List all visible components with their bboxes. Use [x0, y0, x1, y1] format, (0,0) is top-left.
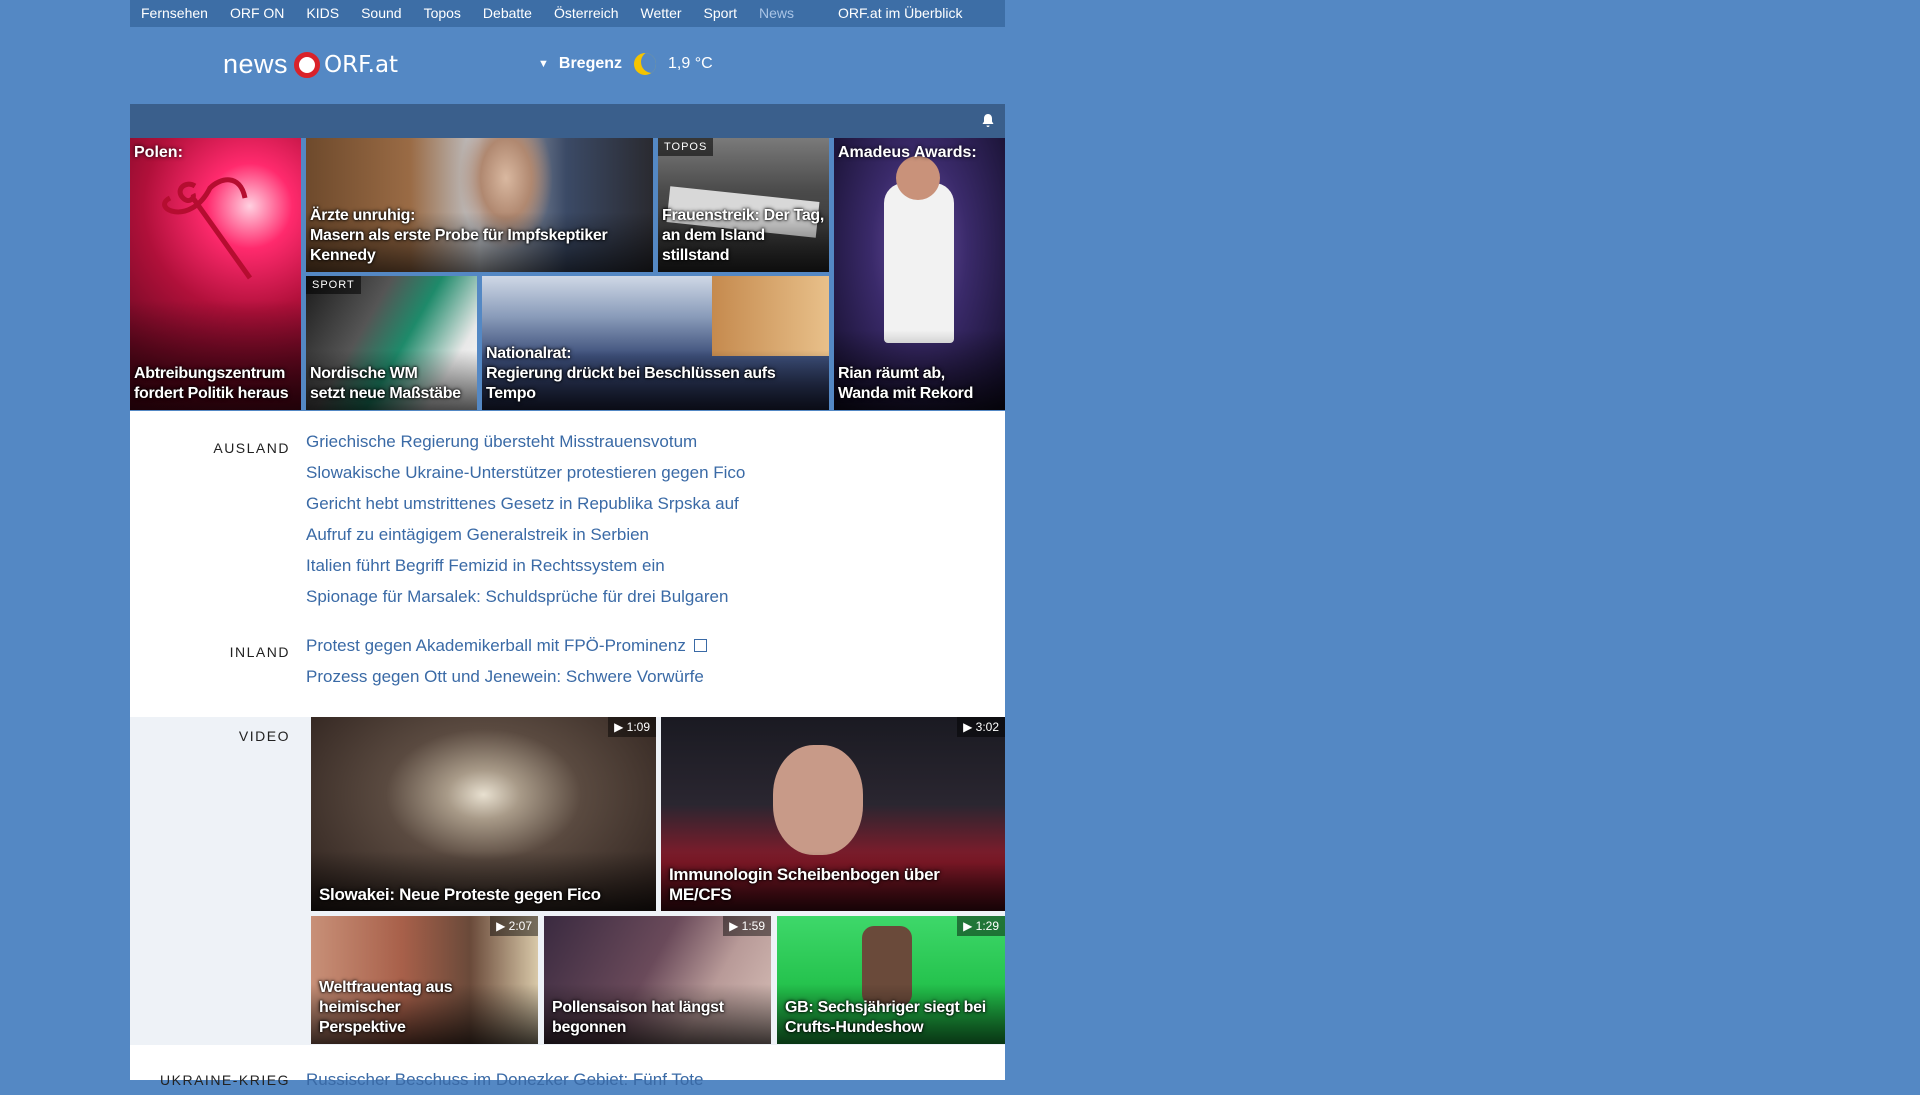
news-list: AUSLAND Griechische Regierung übersteht … [130, 411, 1005, 717]
logo[interactable]: news ORF.at [223, 49, 398, 80]
tile-caption-line1: Rian räumt ab, [838, 365, 945, 382]
video-title-line1: Weltfrauentag aus heimischer [319, 979, 453, 1016]
tile-caption-line1: Ärzte unruhig: [310, 207, 416, 224]
tile-caption: Frauenstreik: Der Tag, an dem Island sti… [662, 206, 825, 266]
video-title: Immunologin Scheibenbogen über ME/CFS [669, 865, 940, 904]
news-link[interactable]: Spionage für Marsalek: Schuldsprüche für… [306, 581, 745, 612]
video-title-line2: Perspektive [319, 1019, 406, 1036]
video-title: Pollensaison hat längst begonnen [552, 998, 767, 1038]
video-duration: ▶ 1:59 [723, 916, 771, 936]
news-link[interactable]: Griechische Regierung übersteht Misstrau… [306, 426, 745, 457]
tile-topic: Amadeus Awards: [838, 144, 977, 161]
tile-caption-line1: Nationalrat: [486, 345, 572, 362]
nav-debatte[interactable]: Debatte [472, 0, 543, 27]
top-nav: Fernsehen ORF ON KIDS Sound Topos Debatt… [130, 0, 1005, 27]
tile-caption-line1: Abtreibungszentrum [134, 365, 286, 382]
story-tile-kennedy[interactable]: Ärzte unruhig: Masern als erste Probe fü… [306, 138, 653, 272]
weather-temperature: 1,9 °C [668, 55, 713, 72]
video-title: Slowakei: Neue Proteste gegen Fico [319, 885, 601, 904]
orf-ring-icon [294, 51, 321, 78]
story-tile-polen[interactable]: Polen: Abtreibungszentrum fordert Politi… [130, 138, 301, 410]
weather-location[interactable]: Bregenz [559, 55, 622, 73]
nav-overview[interactable]: ORF.at im Überblick [827, 0, 973, 27]
nav-fernsehen[interactable]: Fernsehen [130, 0, 219, 27]
hanger-icon [162, 177, 253, 280]
section-label: AUSLAND [213, 440, 290, 456]
notification-bar [130, 104, 1005, 138]
news-link[interactable]: Slowakische Ukraine-Unterstützer protest… [306, 457, 745, 488]
tile-caption: Rian räumt ab, Wanda mit Rekord [838, 364, 1001, 404]
video-duration: ▶ 2:07 [490, 916, 538, 936]
section-label: UKRAINE-KRIEG [160, 1072, 290, 1088]
nav-sport[interactable]: Sport [693, 0, 748, 27]
tile-caption: Nationalrat: Regierung drückt bei Beschl… [486, 344, 825, 404]
moon-icon [634, 53, 657, 75]
video-title-line1: Pollensaison hat längst [552, 999, 724, 1016]
news-link-external[interactable]: Protest gegen Akademikerball mit FPÖ-Pro… [306, 630, 707, 661]
tile-caption-line2: an dem Island stillstand [662, 227, 765, 264]
logo-orf-text: ORF.at [324, 51, 399, 78]
tile-caption: Nordische WM setzt neue Maßstäbe [310, 364, 473, 404]
nav-oesterreich[interactable]: Österreich [543, 0, 630, 27]
nav-orf-on[interactable]: ORF ON [219, 0, 295, 27]
news-link[interactable]: Prozess gegen Ott und Jenewein: Schwere … [306, 661, 707, 692]
video-duration: ▶ 1:09 [608, 717, 656, 737]
tile-caption: Abtreibungszentrum fordert Politik herau… [134, 364, 297, 404]
video-tile[interactable]: ▶ 2:07 Weltfrauentag aus heimischer Pers… [311, 916, 538, 1044]
section-links: Protest gegen Akademikerball mit FPÖ-Pro… [306, 630, 707, 692]
video-title-line2: Crufts-Hundeshow [785, 1019, 924, 1036]
tile-caption-line1: Nordische WM [310, 365, 418, 382]
tile-topic: Polen: [134, 144, 183, 161]
nav-news[interactable]: News [748, 0, 805, 27]
video-tile[interactable]: ▶ 1:09 Slowakei: Neue Proteste gegen Fic… [311, 717, 656, 911]
story-tile-amadeus[interactable]: Amadeus Awards: Rian räumt ab, Wanda mit… [834, 138, 1005, 410]
story-tile-frauenstreik[interactable]: TOPOS Frauenstreik: Der Tag, an dem Isla… [658, 138, 829, 272]
news-link[interactable]: Italien führt Begriff Femizid in Rechtss… [306, 550, 745, 581]
video-tile[interactable]: ▶ 1:29 GB: Sechsjähriger siegt bei Cruft… [777, 916, 1005, 1044]
section-ukraine: UKRAINE-KRIEG Russischer Beschuss im Don… [130, 1045, 1005, 1089]
section-video: VIDEO ▶ 1:09 Slowakei: Neue Proteste geg… [130, 717, 1005, 1045]
video-title-line1: GB: Sechsjähriger siegt bei [785, 999, 986, 1016]
external-link-icon [693, 639, 707, 652]
nav-wetter[interactable]: Wetter [630, 0, 693, 27]
story-tile-nationalrat[interactable]: Nationalrat: Regierung drückt bei Beschl… [482, 276, 829, 410]
section-links: Griechische Regierung übersteht Misstrau… [306, 426, 745, 612]
tile-caption-line2: Masern als erste Probe für Impfskeptiker… [310, 227, 608, 264]
tile-caption-line2: setzt neue Maßstäbe [310, 385, 461, 402]
page: Fernsehen ORF ON KIDS Sound Topos Debatt… [130, 0, 1005, 1089]
news-link-text: Protest gegen Akademikerball mit FPÖ-Pro… [306, 636, 686, 655]
video-tile[interactable]: ▶ 3:02 Immunologin Scheibenbogen über ME… [661, 717, 1005, 911]
nav-topos[interactable]: Topos [413, 0, 472, 27]
site-header: news ORF.at ▼ Bregenz 1,9 °C [130, 27, 1005, 104]
logo-news-text: news [223, 49, 289, 79]
tile-caption-line2: Wanda mit Rekord [838, 385, 974, 402]
section-label: INLAND [229, 644, 290, 660]
nav-kids[interactable]: KIDS [295, 0, 350, 27]
tile-caption-line2: Regierung drückt bei Beschlüssen aufs Te… [486, 365, 776, 402]
tile-tag: TOPOS [658, 138, 714, 156]
bell-icon[interactable] [981, 113, 995, 131]
video-duration: ▶ 3:02 [957, 717, 1005, 737]
video-title-line2: begonnen [552, 1019, 627, 1036]
news-link[interactable]: Aufruf zu eintägigem Generalstreik in Se… [306, 519, 745, 550]
nav-sound[interactable]: Sound [350, 0, 412, 27]
video-title: GB: Sechsjähriger siegt bei Crufts-Hunde… [785, 998, 1001, 1038]
news-link[interactable]: Gericht hebt umstrittenes Gesetz in Repu… [306, 488, 745, 519]
video-duration: ▶ 1:29 [957, 916, 1005, 936]
weather-widget[interactable]: ▼ Bregenz 1,9 °C [538, 53, 713, 75]
section-label: VIDEO [238, 728, 290, 744]
story-tile-nordische-wm[interactable]: SPORT Nordische WM setzt neue Maßstäbe [306, 276, 477, 410]
tile-tag: SPORT [306, 276, 361, 294]
dropdown-triangle-icon[interactable]: ▼ [538, 58, 549, 70]
tile-caption: Ärzte unruhig: Masern als erste Probe fü… [310, 206, 649, 266]
tile-caption-line1: Frauenstreik: Der Tag, [662, 207, 825, 224]
video-tile[interactable]: ▶ 1:59 Pollensaison hat längst begonnen [544, 916, 771, 1044]
tile-caption-line2: fordert Politik heraus [134, 385, 289, 402]
video-title: Weltfrauentag aus heimischer Perspektive [319, 978, 534, 1038]
